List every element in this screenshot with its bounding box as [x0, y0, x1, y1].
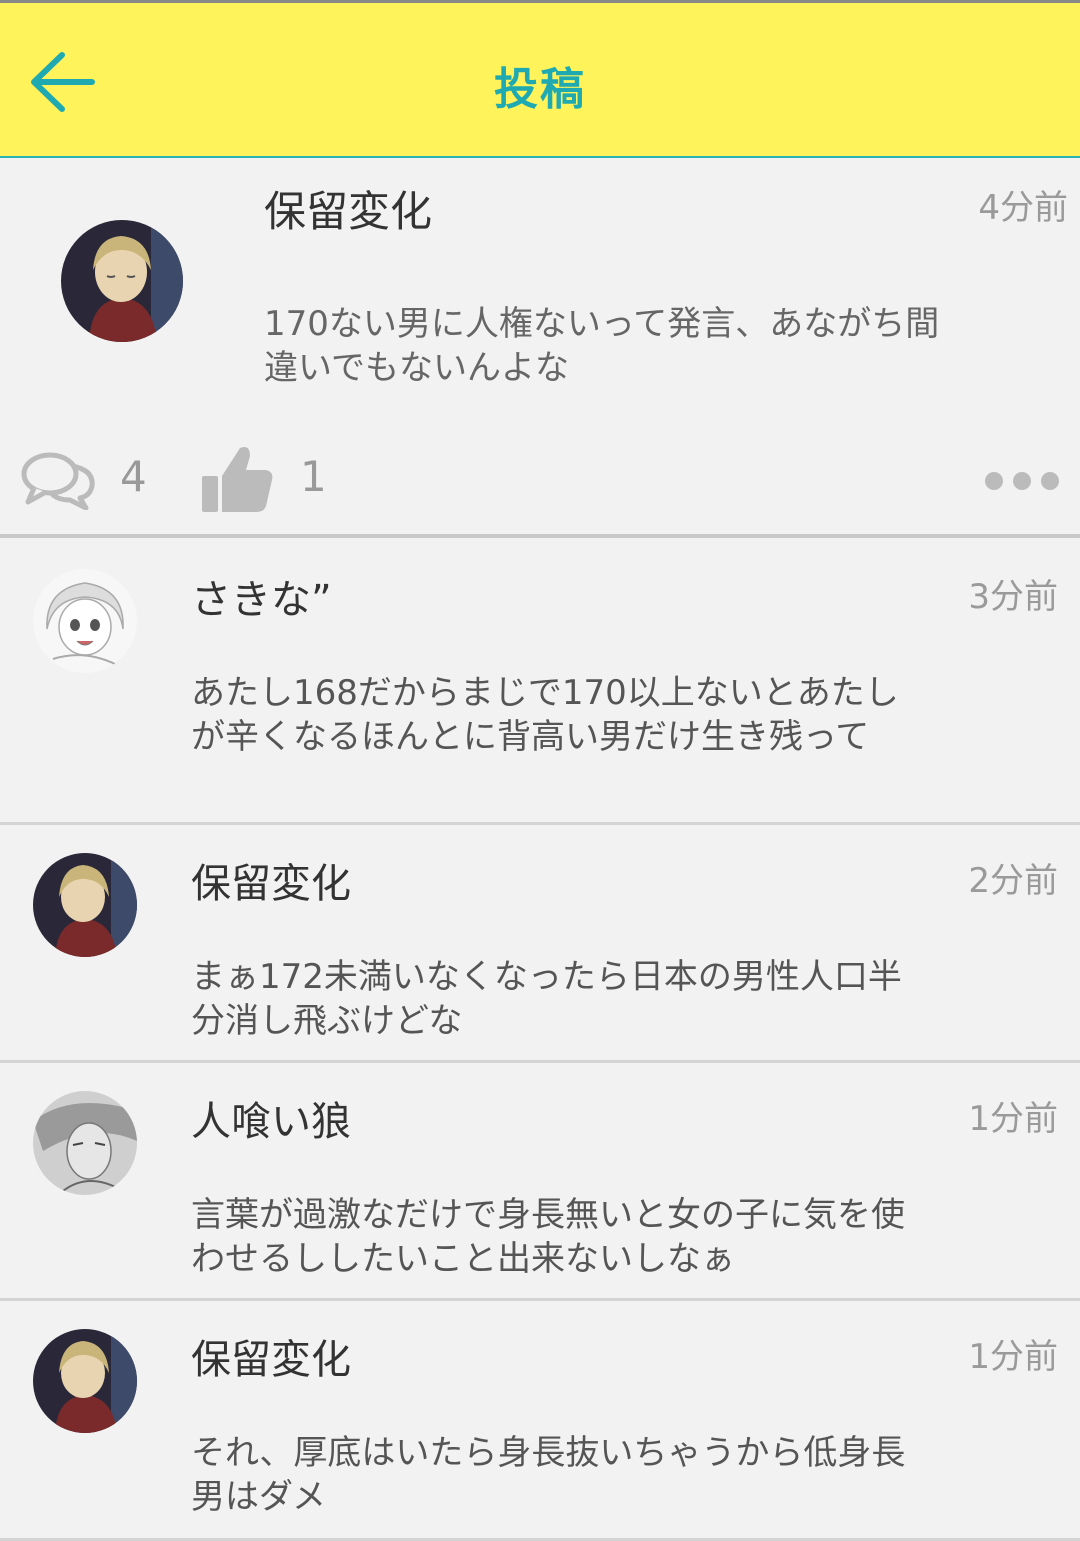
reply-author: 保留変化 — [191, 861, 351, 907]
comment-icon — [21, 452, 95, 511]
reply-time: 2分前 — [968, 861, 1058, 901]
avatar[interactable] — [33, 853, 137, 957]
post-actions: 4 1 — [0, 440, 1080, 516]
reply-author: 人喰い狼 — [191, 1099, 351, 1145]
post-author: 保留変化 — [264, 187, 433, 236]
reply-body: まぁ172未満いなくなったら日本の男性人口半分消し飛ぶけどな — [191, 957, 902, 1041]
page-title: 投稿 — [494, 64, 586, 115]
reply-time: 1分前 — [968, 1337, 1058, 1377]
avatar[interactable] — [33, 569, 137, 673]
more-options-button[interactable] — [984, 470, 1060, 492]
reply-item[interactable]: 人喰い狼 1分前 言葉が過激なだけで身長無いと女の子に気を使わせるししたいこと出… — [0, 1063, 1080, 1301]
avatar[interactable] — [33, 1329, 137, 1433]
comment-count: 4 — [120, 452, 147, 501]
reply-body: あたし168だからまじで170以上ないとあたしが辛くなるほんとに背高い男だけ生き… — [191, 673, 899, 757]
reply-body: 言葉が過激なだけで身長無いと女の子に気を使わせるししたいこと出来ないしなぁ — [191, 1195, 905, 1279]
post-body: 170ない男に人権ないって発言、あながち間違いでもないんよな — [264, 304, 940, 388]
like-count: 1 — [300, 452, 327, 501]
comment-button[interactable] — [20, 450, 98, 511]
app-header: 投稿 — [0, 0, 1080, 158]
reply-item[interactable]: 保留変化 2分前 まぁ172未満いなくなったら日本の男性人口半分消し飛ぶけどな — [0, 825, 1080, 1063]
main-post: 保留変化 4分前 170ない男に人権ないって発言、あながち間違いでもないんよな … — [0, 158, 1080, 538]
post-time: 4分前 — [978, 188, 1068, 228]
reply-time: 1分前 — [968, 1099, 1058, 1139]
reply-body: それ、厚底はいたら身長抜いちゃうから低身長男はダメ — [191, 1433, 906, 1517]
thumbs-up-icon — [202, 447, 273, 512]
reply-author: 保留変化 — [191, 1337, 351, 1383]
reply-time: 3分前 — [968, 577, 1058, 617]
reply-author: さきな” — [191, 577, 332, 623]
reply-item[interactable]: さきな” 3分前 あたし168だからまじで170以上ないとあたしが辛くなるほんと… — [0, 541, 1080, 825]
more-dots-icon — [985, 472, 1059, 490]
like-button[interactable] — [200, 444, 274, 514]
avatar[interactable] — [33, 1091, 137, 1195]
avatar[interactable] — [61, 220, 183, 342]
reply-item[interactable]: 保留変化 1分前 それ、厚底はいたら身長抜いちゃうから低身長男はダメ — [0, 1301, 1080, 1541]
